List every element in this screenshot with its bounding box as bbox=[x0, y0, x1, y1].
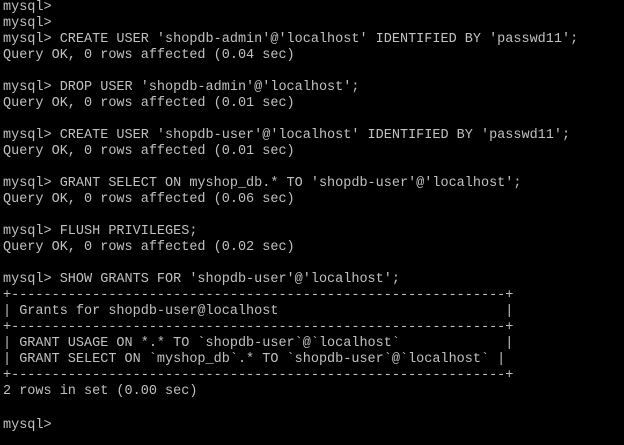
output-line: Query OK, 0 rows affected (0.01 sec) bbox=[3, 96, 295, 111]
command-line: mysql> DROP USER 'shopdb-admin'@'localho… bbox=[3, 80, 360, 95]
output-line: Query OK, 0 rows affected (0.04 sec) bbox=[3, 48, 295, 63]
command-line: mysql> GRANT SELECT ON myshop_db.* TO 's… bbox=[3, 176, 522, 191]
command-line: mysql> SHOW GRANTS FOR 'shopdb-user'@'lo… bbox=[3, 272, 400, 287]
command-line: mysql> CREATE USER 'shopdb-admin'@'local… bbox=[3, 32, 579, 47]
output-line: Query OK, 0 rows affected (0.01 sec) bbox=[3, 144, 295, 159]
table-header: | Grants for shopdb-user@localhost | bbox=[3, 304, 514, 319]
table-border: +---------------------------------------… bbox=[3, 320, 514, 335]
output-line: 2 rows in set (0.00 sec) bbox=[3, 384, 198, 399]
output-line: Query OK, 0 rows affected (0.02 sec) bbox=[3, 240, 295, 255]
active-prompt[interactable]: mysql> bbox=[3, 416, 624, 433]
terminal-window[interactable]: mysql> mysql> mysql> CREATE USER 'shopdb… bbox=[0, 0, 624, 445]
table-row: | GRANT USAGE ON *.* TO `shopdb-user`@`l… bbox=[3, 336, 514, 351]
prompt-line: mysql> bbox=[3, 16, 52, 31]
command-line: mysql> CREATE USER 'shopdb-user'@'localh… bbox=[3, 128, 571, 143]
table-border: +---------------------------------------… bbox=[3, 288, 514, 303]
text-cursor bbox=[52, 416, 60, 430]
prompt-text: mysql> bbox=[3, 418, 52, 433]
prompt-line: mysql> bbox=[3, 0, 52, 15]
table-border: +---------------------------------------… bbox=[3, 368, 514, 383]
output-line: Query OK, 0 rows affected (0.06 sec) bbox=[3, 192, 295, 207]
table-row: | GRANT SELECT ON `myshop_db`.* TO `shop… bbox=[3, 352, 506, 367]
command-line: mysql> FLUSH PRIVILEGES; bbox=[3, 224, 198, 239]
